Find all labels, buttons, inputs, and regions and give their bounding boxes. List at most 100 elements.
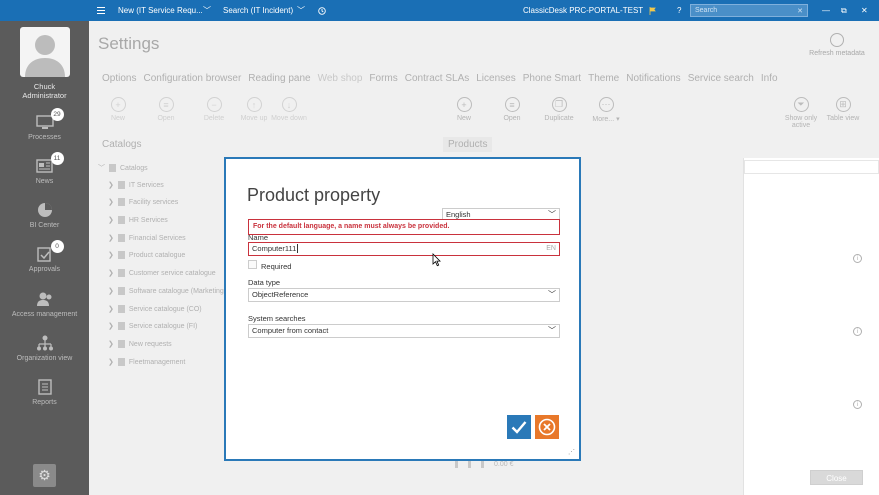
nav-organization-view[interactable]: Organization view xyxy=(0,335,89,362)
tree-item[interactable]: ❯ Financial Services xyxy=(108,234,186,242)
resize-grip-icon[interactable]: ⋰ xyxy=(568,448,575,456)
close-window-icon[interactable]: ✕ xyxy=(861,0,868,21)
tab-notifications[interactable]: Notifications xyxy=(626,73,680,84)
error-message: For the default language, a name must al… xyxy=(248,219,560,235)
tree-item[interactable]: ❯ HR Services xyxy=(108,216,168,224)
tab-service-search[interactable]: Service search xyxy=(688,73,754,84)
tree-item[interactable]: ❯ Product catalogue xyxy=(108,251,185,259)
confirm-button[interactable] xyxy=(507,415,531,439)
tab-configuration-browser[interactable]: Configuration browser xyxy=(143,73,241,84)
info-icon[interactable]: i xyxy=(853,327,862,336)
user-first-name: Chuck xyxy=(33,82,56,91)
tab-theme[interactable]: Theme xyxy=(588,73,619,84)
refresh-metadata-button[interactable]: Refresh metadata xyxy=(807,33,867,57)
chevron-right-icon: ❯ xyxy=(108,217,114,224)
catalog-new-button[interactable]: + New xyxy=(96,97,140,122)
tree-item[interactable]: ❯ Service catalogue (FI) xyxy=(108,322,197,330)
chevron-right-icon: ❯ xyxy=(108,288,114,295)
products-heading: Products xyxy=(443,137,493,152)
minimize-icon[interactable]: — xyxy=(822,0,830,21)
tab-forms[interactable]: Forms xyxy=(369,73,397,84)
catalog-icon xyxy=(117,251,125,259)
help-icon[interactable]: ? xyxy=(677,0,681,21)
info-icon[interactable]: i xyxy=(853,400,862,409)
nav-bi-center[interactable]: BI Center xyxy=(0,202,89,229)
show-only-active-toggle[interactable]: ⏷ Show only active xyxy=(779,97,823,129)
catalog-delete-button[interactable]: − Delete xyxy=(192,97,236,122)
grid-icon: ⊞ xyxy=(835,97,851,112)
tree-label: Financial Services xyxy=(128,234,186,242)
button-label: Duplicate xyxy=(544,115,574,122)
product-new-button[interactable]: + New xyxy=(442,97,486,122)
datatype-select[interactable]: ObjectReference ﹀ xyxy=(248,288,560,302)
tab-info[interactable]: Info xyxy=(761,73,778,84)
nav-approvals[interactable]: 0 Approvals xyxy=(0,240,89,273)
catalog-icon xyxy=(117,269,125,277)
chevron-down-icon[interactable]: ﹀ xyxy=(297,0,305,21)
tree-item[interactable]: ❯ Fleetmanagement xyxy=(108,358,185,366)
nav-access-management[interactable]: Access management xyxy=(0,291,89,318)
search-input[interactable]: Search ✕ xyxy=(690,4,808,17)
required-checkbox[interactable] xyxy=(248,260,257,269)
product-open-button[interactable]: ≡ Open xyxy=(490,97,534,122)
product-more-button[interactable]: ⋯ More... ▾ xyxy=(584,97,628,123)
datatype-label: Data type xyxy=(248,278,281,287)
restore-icon[interactable]: ⧉ xyxy=(841,0,847,21)
nav-news[interactable]: 11 News xyxy=(0,152,89,185)
page-title: Settings xyxy=(98,34,160,53)
product-duplicate-button[interactable]: ❐ Duplicate xyxy=(537,97,581,122)
tree-label: IT Services xyxy=(128,181,164,189)
tab-phone-smart[interactable]: Phone Smart xyxy=(523,73,581,84)
tab-web-shop[interactable]: Web shop xyxy=(318,73,363,84)
clock-icon[interactable] xyxy=(318,0,326,21)
flag-icon[interactable] xyxy=(649,0,656,21)
chevron-down-icon[interactable]: ﹀ xyxy=(203,0,211,21)
tab-contract-slas[interactable]: Contract SLAs xyxy=(405,73,469,84)
tab-search-incident[interactable]: Search (IT Incident) xyxy=(223,0,293,21)
catalog-move-down-button[interactable]: ↓ Move down xyxy=(267,97,311,122)
tree-label: Service catalogue (FI) xyxy=(128,322,198,330)
nav-reports[interactable]: Reports xyxy=(0,379,89,406)
top-bar: New (IT Service Requ... ﹀ Search (IT Inc… xyxy=(0,0,879,21)
tree-label: Catalogs xyxy=(120,164,148,172)
avatar[interactable] xyxy=(20,27,70,77)
refresh-label: Refresh metadata xyxy=(809,50,865,57)
footer-bar xyxy=(468,461,471,468)
catalog-icon xyxy=(117,198,125,206)
button-label: New xyxy=(110,115,125,122)
tree-item[interactable]: ❯ Software catalogue (Marketing) xyxy=(108,287,226,295)
tree-item[interactable]: ❯ Customer service catalogue xyxy=(108,269,216,277)
tree-item[interactable]: ❯ Service catalogue (CO) xyxy=(108,305,202,313)
catalog-icon xyxy=(117,216,125,224)
settings-gear-icon[interactable]: ⚙ xyxy=(33,464,56,487)
tree-label: New requests xyxy=(128,340,172,348)
arrow-down-icon: ↓ xyxy=(281,97,297,112)
hamburger-icon[interactable] xyxy=(97,0,105,21)
close-button[interactable]: Close xyxy=(810,470,863,485)
nav-processes[interactable]: 29 Processes xyxy=(0,108,89,141)
cancel-button[interactable] xyxy=(535,415,559,439)
tree-root[interactable]: ﹀ Catalogs xyxy=(98,163,148,173)
processes-icon: 29 xyxy=(35,108,64,130)
name-input[interactable]: Computer111 EN xyxy=(248,242,560,256)
tree-item[interactable]: ❯ Facility services xyxy=(108,198,178,206)
details-header xyxy=(744,160,879,174)
required-label: Required xyxy=(261,262,292,271)
tab-reading-pane[interactable]: Reading pane xyxy=(248,73,310,84)
text-caret xyxy=(297,244,299,253)
system-searches-label: System searches xyxy=(248,314,306,323)
tree-item[interactable]: ❯ New requests xyxy=(108,340,172,348)
catalog-icon xyxy=(117,358,125,366)
tab-options[interactable]: Options xyxy=(102,73,136,84)
table-view-button[interactable]: ⊞ Table view xyxy=(821,97,865,122)
tab-licenses[interactable]: Licenses xyxy=(476,73,515,84)
button-label: Open xyxy=(157,115,175,122)
catalog-open-button[interactable]: ≡ Open xyxy=(144,97,188,122)
info-icon[interactable]: i xyxy=(853,254,862,263)
nav-label: News xyxy=(35,178,54,185)
close-circle-icon xyxy=(538,418,556,436)
tab-new-service-request[interactable]: New (IT Service Requ... xyxy=(118,0,203,21)
tree-item[interactable]: ❯ IT Services xyxy=(108,181,164,189)
system-searches-select[interactable]: Computer from contact ﹀ xyxy=(248,324,560,338)
close-icon[interactable]: ✕ xyxy=(797,7,803,15)
